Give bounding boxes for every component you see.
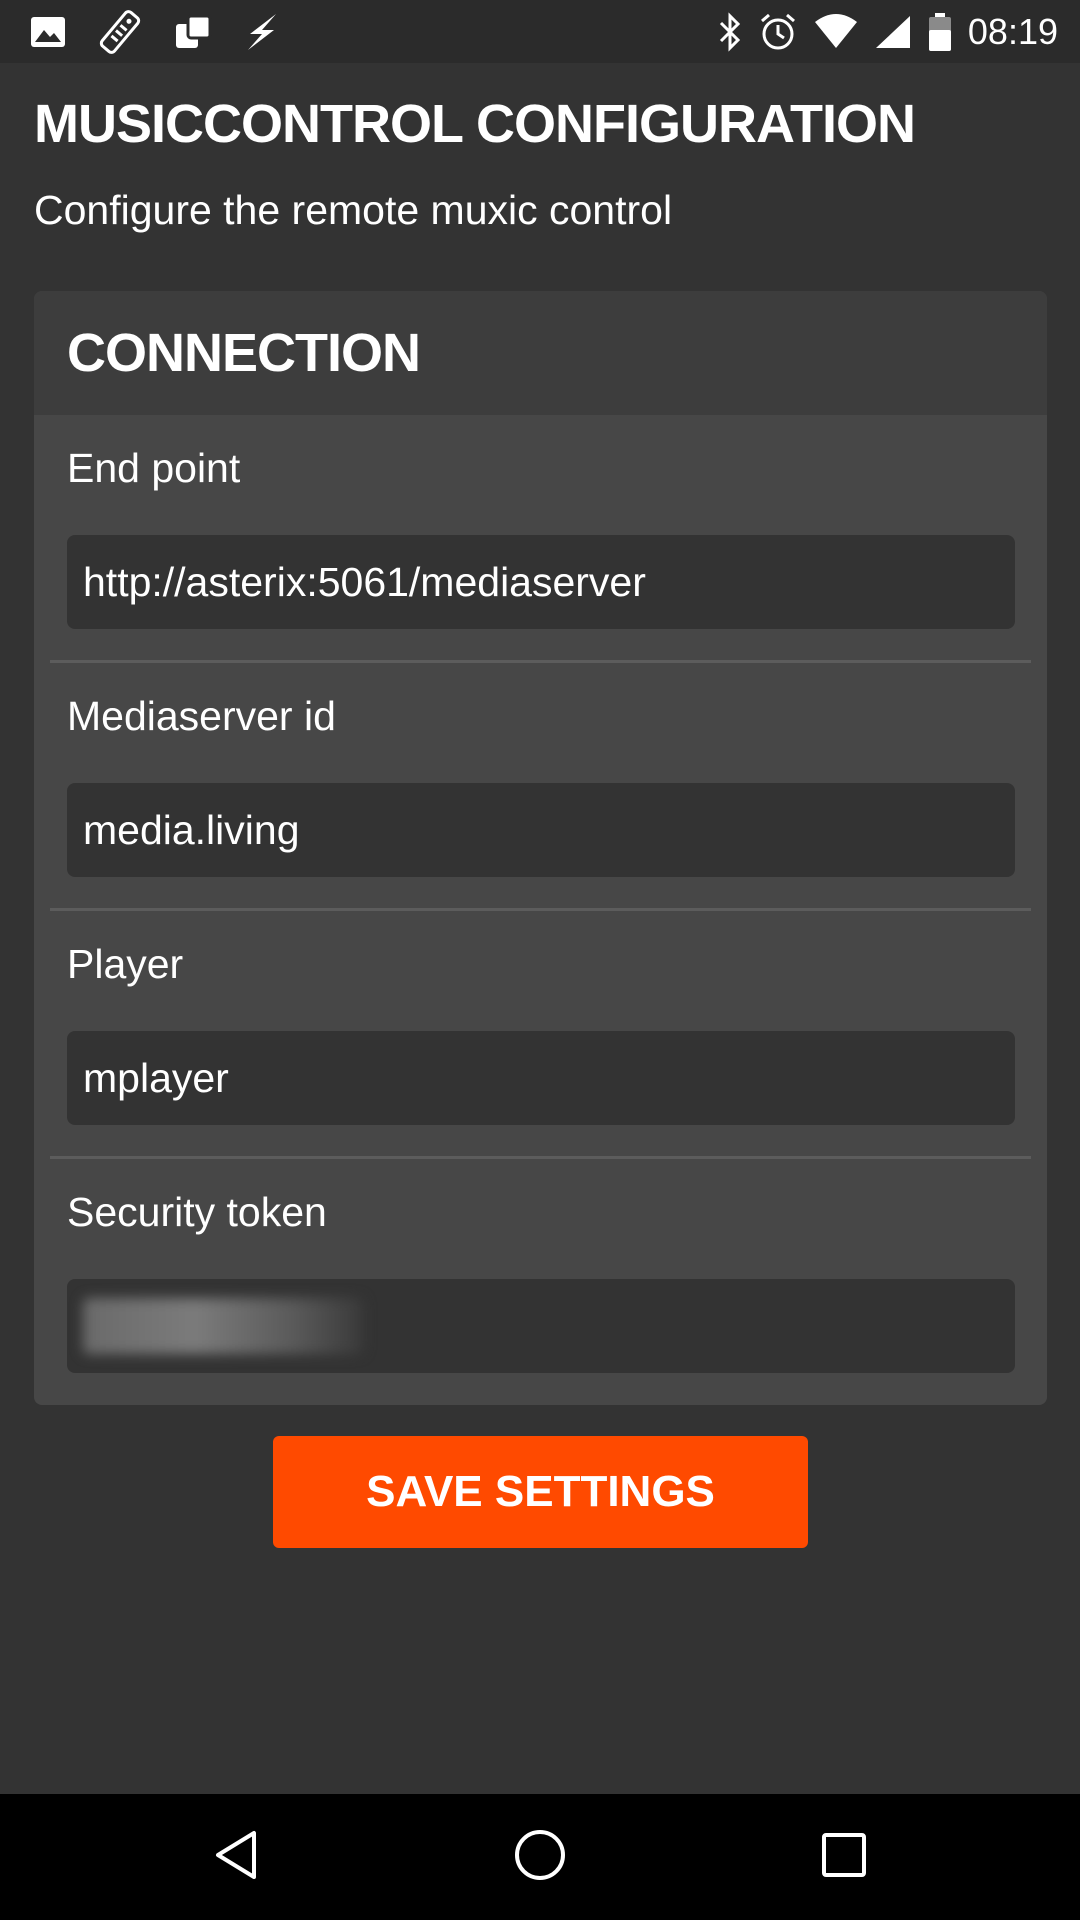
mediaserver-id-label: Mediaserver id: [67, 693, 336, 739]
page-subtitle: Configure the remote muxic control: [34, 187, 673, 233]
mediaserver-id-field-group: Mediaserver id: [34, 663, 1047, 911]
back-button[interactable]: [176, 1794, 296, 1920]
security-token-input[interactable]: [67, 1279, 1015, 1373]
home-button[interactable]: [480, 1794, 600, 1920]
status-bar: 08:19: [0, 0, 1080, 63]
main-content: MUSICCONTROL CONFIGURATION Configure the…: [0, 63, 1080, 1794]
endpoint-field-group: End point: [34, 415, 1047, 663]
page-title: MUSICCONTROL CONFIGURATION: [34, 94, 916, 154]
save-settings-button[interactable]: SAVE SETTINGS: [273, 1436, 808, 1548]
battery-icon: [928, 12, 952, 52]
connection-header-label: CONNECTION: [67, 323, 421, 383]
recents-icon: [820, 1831, 868, 1883]
wifi-icon: [814, 13, 858, 50]
bluetooth-icon: [718, 11, 742, 52]
flash-icon: [242, 12, 282, 52]
security-token-redaction: [83, 1298, 363, 1354]
security-token-label: Security token: [67, 1189, 327, 1235]
remote-control-icon: [96, 8, 144, 56]
image-icon: [30, 16, 66, 48]
player-label: Player: [67, 941, 184, 987]
player-input[interactable]: [67, 1031, 1015, 1125]
recents-button[interactable]: [784, 1794, 904, 1920]
mediaserver-id-input[interactable]: [67, 783, 1015, 877]
endpoint-input[interactable]: [67, 535, 1015, 629]
status-time: 08:19: [967, 10, 1058, 52]
alarm-icon: [758, 12, 798, 52]
connection-card: CONNECTION End point Mediaserver id Play…: [34, 291, 1047, 1405]
player-field-group: Player: [34, 911, 1047, 1159]
back-icon: [212, 1829, 260, 1885]
endpoint-label: End point: [67, 445, 241, 491]
connection-header: CONNECTION: [34, 291, 1047, 415]
dropbox-icon: [174, 14, 212, 50]
navigation-bar: [0, 1794, 1080, 1920]
security-token-field-group: Security token: [34, 1159, 1047, 1401]
signal-icon: [874, 14, 912, 50]
home-icon: [513, 1828, 567, 1886]
